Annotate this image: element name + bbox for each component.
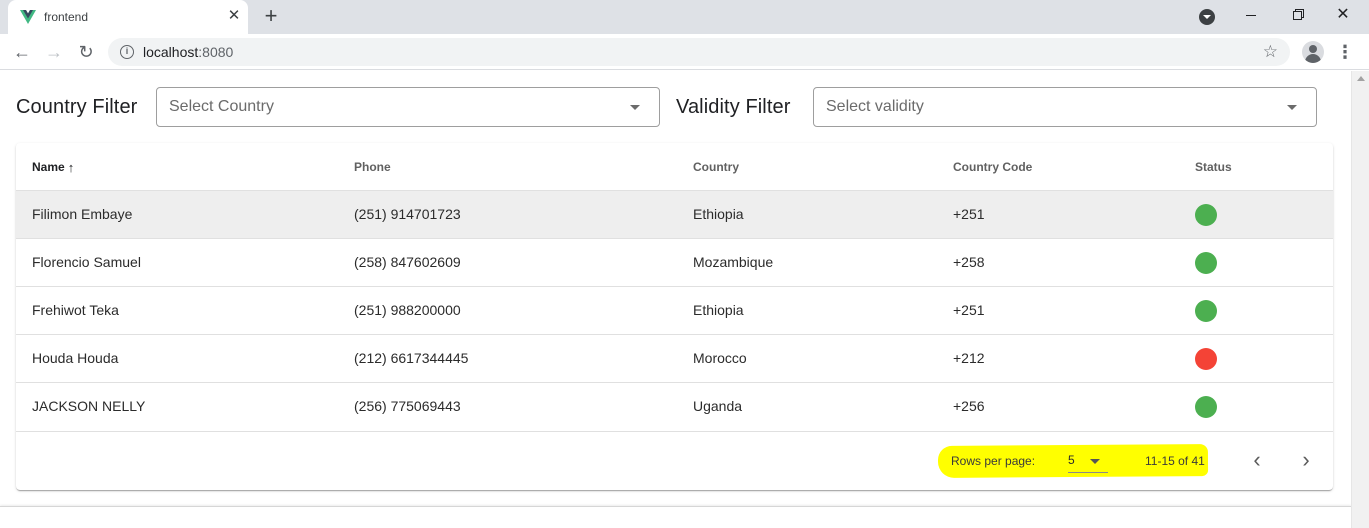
- header-name[interactable]: Name ↑: [32, 160, 74, 174]
- bookmark-star-icon[interactable]: ☆: [1263, 42, 1278, 62]
- caret-down-icon: [1287, 105, 1297, 110]
- forward-arrow-icon[interactable]: →: [42, 40, 66, 64]
- cell-phone: (258) 847602609: [354, 254, 461, 270]
- address-bar[interactable]: i localhost:8080 ☆: [108, 38, 1290, 66]
- next-page-button[interactable]: ›: [1292, 447, 1320, 475]
- site-info-icon[interactable]: i: [120, 45, 134, 59]
- sort-arrow-up-icon: ↑: [67, 160, 75, 175]
- cell-name: JACKSON NELLY: [32, 398, 146, 414]
- status-valid-indicator: [1195, 300, 1217, 322]
- rows-per-page-value: 5: [1068, 453, 1075, 467]
- cell-country-code: +212: [953, 350, 985, 366]
- tab-title: frontend: [44, 10, 89, 24]
- status-valid-indicator: [1195, 396, 1217, 418]
- back-arrow-icon[interactable]: ←: [10, 40, 34, 64]
- validity-filter-select[interactable]: Select validity: [813, 87, 1317, 127]
- cell-country-code: +251: [953, 302, 985, 318]
- table-header: Name ↑ Phone Country Country Code Status: [16, 143, 1333, 191]
- status-invalid-indicator: [1195, 348, 1217, 370]
- cell-country: Uganda: [693, 398, 743, 414]
- cell-country: Morocco: [693, 350, 747, 366]
- country-filter-label: Country Filter: [16, 96, 138, 118]
- cell-country-code: +251: [953, 206, 985, 222]
- close-window-button[interactable]: ✕: [1320, 0, 1366, 30]
- close-tab-icon[interactable]: ✕: [226, 8, 242, 24]
- header-status[interactable]: Status: [1195, 160, 1232, 174]
- cell-country: Mozambique: [693, 254, 774, 270]
- caret-down-icon: [630, 105, 640, 110]
- table-row[interactable]: JACKSON NELLY (256) 775069443 Uganda +256: [16, 383, 1333, 432]
- table-row[interactable]: Filimon Embaye (251) 914701723 Ethiopia +25…: [16, 191, 1333, 239]
- country-filter-placeholder: Select Country: [169, 98, 274, 115]
- validity-filter-label: Validity Filter: [676, 96, 791, 118]
- scroll-up-arrow-icon[interactable]: [1357, 76, 1365, 81]
- status-valid-indicator: [1195, 252, 1217, 274]
- browser-tab-strip: frontend ✕ + ✕: [0, 0, 1369, 34]
- phone-numbers-table: Name ↑ Phone Country Country Code Status …: [16, 143, 1333, 490]
- browser-menu-icon[interactable]: ⋮: [1336, 42, 1354, 62]
- table-row[interactable]: Frehiwot Teka (251) 988200000 Ethiopia +251: [16, 287, 1333, 335]
- rows-per-page-select[interactable]: 5: [1068, 447, 1108, 473]
- cell-country-code: +256: [953, 398, 985, 414]
- table-row[interactable]: Florencio Samuel (258) 847602609 Mozambiqu…: [16, 239, 1333, 287]
- cell-country-code: +258: [953, 254, 985, 270]
- table-footer: Rows per page: 5 11-15 of 41 ‹ ›: [16, 432, 1333, 490]
- profile-avatar-icon[interactable]: [1302, 41, 1324, 63]
- cell-country: Ethiopia: [693, 302, 744, 318]
- browser-tab[interactable]: frontend ✕: [8, 0, 248, 34]
- vue-logo-icon: [20, 10, 36, 24]
- rows-per-page-label: Rows per page:: [951, 454, 1036, 468]
- reload-icon[interactable]: ↻: [74, 40, 98, 64]
- restore-button[interactable]: [1274, 0, 1320, 30]
- new-tab-button[interactable]: +: [260, 5, 282, 27]
- page-range-text: 11-15 of 41: [1145, 454, 1205, 468]
- previous-page-button[interactable]: ‹: [1243, 447, 1271, 475]
- minimize-button[interactable]: [1228, 0, 1274, 30]
- header-country-code[interactable]: Country Code: [953, 160, 1032, 174]
- status-valid-indicator: [1195, 204, 1217, 226]
- cell-name: Filimon Embaye: [32, 206, 133, 222]
- vertical-scrollbar[interactable]: [1351, 71, 1369, 528]
- validity-filter-placeholder: Select validity: [826, 98, 924, 115]
- cell-phone: (212) 6617344445: [354, 350, 469, 366]
- cell-country: Ethiopia: [693, 206, 744, 222]
- cell-phone: (251) 988200000: [354, 302, 461, 318]
- header-phone[interactable]: Phone: [354, 160, 391, 174]
- table-row[interactable]: Houda Houda (212) 6617344445 Morocco +212: [16, 335, 1333, 383]
- header-country[interactable]: Country: [693, 160, 739, 174]
- cell-phone: (251) 914701723: [354, 206, 461, 222]
- cell-name: Frehiwot Teka: [32, 302, 119, 318]
- cell-name: Florencio Samuel: [32, 254, 141, 270]
- cell-name: Houda Houda: [32, 350, 119, 366]
- cell-phone: (256) 775069443: [354, 398, 461, 414]
- country-filter-select[interactable]: Select Country: [156, 87, 660, 127]
- url-text[interactable]: localhost:8080: [143, 44, 233, 60]
- browser-toolbar: ← → ↻ i localhost:8080 ☆ ⋮: [0, 34, 1369, 70]
- tab-search-icon[interactable]: [1199, 9, 1215, 25]
- page-bottom-edge: [0, 506, 1351, 528]
- caret-down-icon: [1090, 459, 1100, 464]
